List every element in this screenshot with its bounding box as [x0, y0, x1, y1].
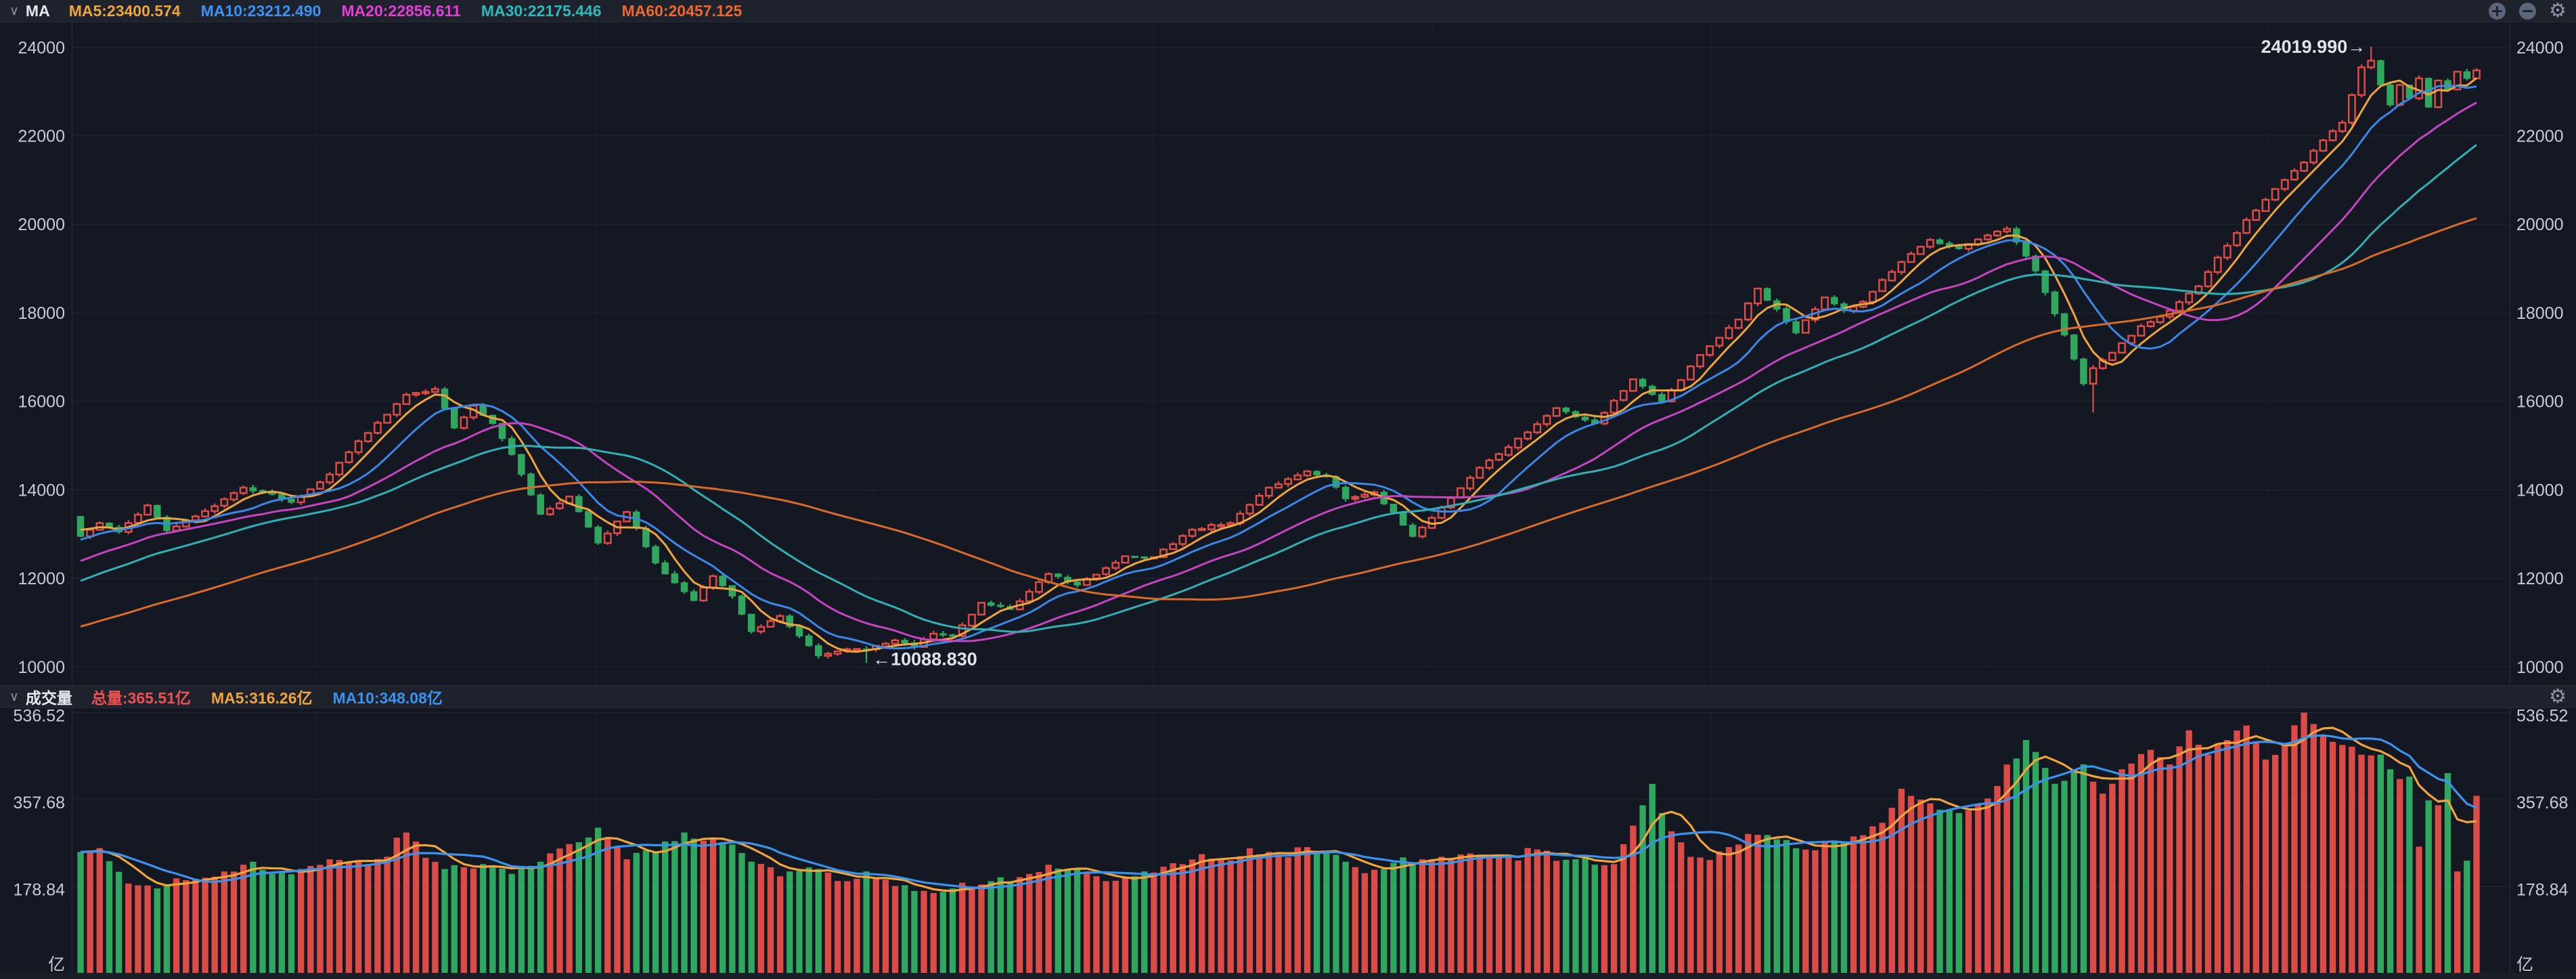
svg-text:18000: 18000 [2516, 304, 2564, 323]
svg-text:20000: 20000 [2516, 215, 2564, 234]
price-ma20-line [81, 102, 2477, 641]
svg-text:536.52: 536.52 [2516, 706, 2568, 725]
price-ma60-line [81, 218, 2477, 626]
svg-text:20000: 20000 [18, 215, 65, 234]
volume-legend-ma10: MA10:348.08亿 [333, 685, 443, 708]
svg-text:18000: 18000 [18, 304, 65, 323]
zoom-out-icon[interactable] [2518, 2, 2537, 20]
zoom-in-icon[interactable] [2488, 2, 2506, 20]
svg-text:12000: 12000 [18, 569, 65, 588]
svg-text:357.68: 357.68 [14, 793, 65, 812]
low-annotation: ←10088.830 [872, 649, 977, 670]
svg-text:178.84: 178.84 [14, 880, 66, 899]
volume-pane-title: 成交量 [26, 685, 72, 708]
legend-ma5: MA5:23400.574 [69, 2, 181, 20]
svg-text:178.84: 178.84 [2516, 880, 2569, 899]
price-settings-gear-icon[interactable]: ⚙ [2549, 1, 2567, 21]
svg-text:10000: 10000 [2516, 658, 2564, 677]
svg-text:24000: 24000 [18, 39, 65, 58]
gridlines [72, 22, 2510, 974]
price-ma10-line [81, 86, 2477, 649]
price-pane-header: ∨ MA MA5:23400.574 MA10:23212.490 MA20:2… [0, 0, 2576, 22]
high-annotation: 24019.990→ [2261, 37, 2366, 57]
volume-legend-total: 总量:365.51亿 [91, 685, 191, 708]
svg-text:10000: 10000 [18, 658, 65, 677]
legend-ma20: MA20:22856.611 [341, 2, 460, 20]
price-ma30-line [81, 145, 2477, 632]
legend-ma30: MA30:22175.446 [481, 2, 602, 20]
collapse-volume-pane-icon[interactable]: ∨ [9, 691, 19, 703]
svg-text:24000: 24000 [2516, 39, 2564, 58]
price-ma-lines [81, 78, 2477, 651]
price-pane-title: MA [26, 2, 50, 20]
price-ma5-line [81, 78, 2477, 651]
svg-text:16000: 16000 [2516, 393, 2564, 412]
svg-text:16000: 16000 [18, 393, 65, 412]
svg-text:357.68: 357.68 [2516, 793, 2568, 812]
volume-legend-ma5: MA5:316.26亿 [211, 685, 313, 708]
svg-text:14000: 14000 [2516, 481, 2564, 500]
collapse-price-pane-icon[interactable]: ∨ [9, 5, 19, 18]
kline-app: 24000 24000 22000 22000 20000 20000 18000 18000… [0, 0, 2576, 979]
svg-text:22000: 22000 [18, 127, 65, 146]
svg-text:14000: 14000 [18, 481, 65, 500]
svg-text:536.52: 536.52 [14, 706, 65, 725]
legend-ma10: MA10:23212.490 [201, 2, 321, 20]
volume-bars [77, 713, 2479, 974]
legend-ma60: MA60:20457.125 [622, 2, 742, 20]
volume-settings-gear-icon[interactable]: ⚙ [2549, 687, 2567, 707]
volume-pane-header: ∨ 成交量 总量:365.51亿 MA5:316.26亿 MA10:348.08… [0, 685, 2576, 708]
candles [77, 47, 2479, 663]
chart-canvas[interactable]: 24000 24000 22000 22000 20000 20000 18000 18000… [0, 0, 2576, 979]
svg-text:亿: 亿 [2516, 955, 2533, 974]
bottom-bar [0, 973, 2576, 979]
svg-text:22000: 22000 [2516, 127, 2564, 146]
svg-text:亿: 亿 [48, 955, 65, 974]
svg-text:12000: 12000 [2516, 569, 2564, 588]
